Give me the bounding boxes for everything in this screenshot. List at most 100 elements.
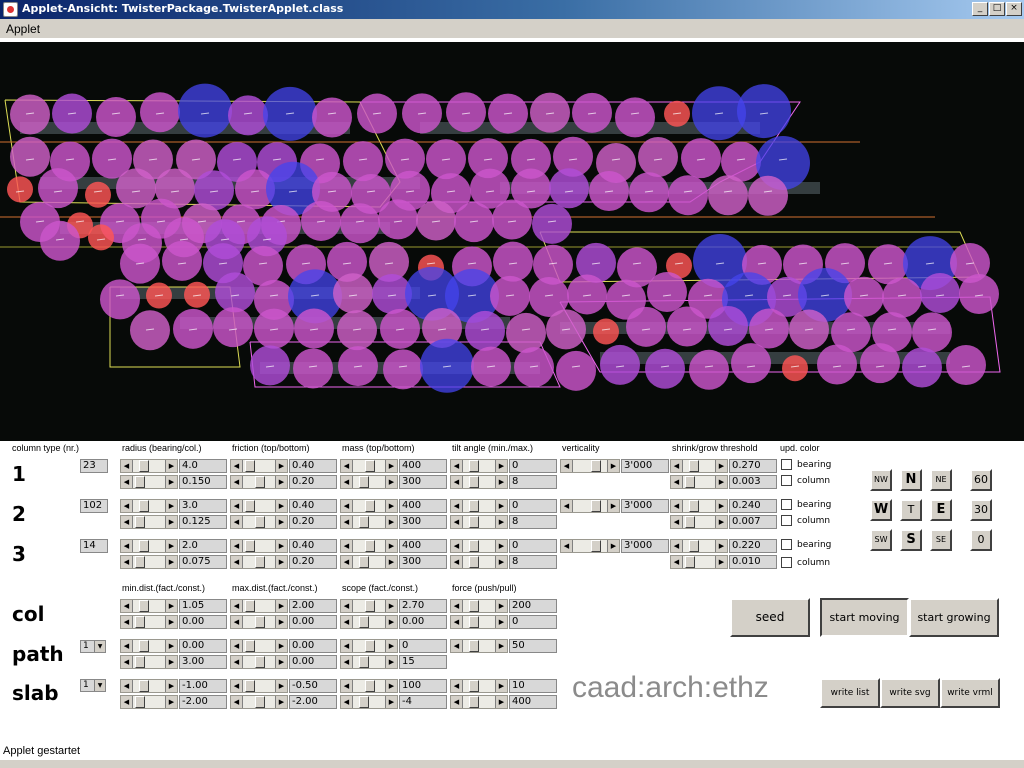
slider-thumb[interactable] bbox=[139, 640, 149, 652]
shrink-slider-row1-top[interactable]: ◀ ▶ 0.270 bbox=[670, 459, 777, 473]
arrow-right-icon[interactable]: ▶ bbox=[385, 460, 397, 472]
slab-scope-slider-top[interactable]: ◀ ▶ 100 bbox=[340, 679, 447, 693]
slider-track[interactable]: ◀ ▶ bbox=[120, 599, 178, 613]
slider-track[interactable]: ◀ ▶ bbox=[340, 555, 398, 569]
arrow-left-icon[interactable]: ◀ bbox=[121, 616, 133, 628]
value-field[interactable]: 15 bbox=[399, 655, 447, 669]
slider-thumb[interactable] bbox=[255, 616, 265, 628]
slider-thumb[interactable] bbox=[469, 516, 479, 528]
slab-force-slider-bottom[interactable]: ◀ ▶ 400 bbox=[450, 695, 557, 709]
slider-track[interactable]: ◀ ▶ bbox=[120, 515, 178, 529]
column-checkbox-3[interactable]: column bbox=[781, 557, 830, 568]
slider-thumb[interactable] bbox=[469, 460, 479, 472]
slider-track[interactable]: ◀ ▶ bbox=[450, 599, 508, 613]
slider-thumb[interactable] bbox=[255, 656, 265, 668]
seed-button[interactable]: seed bbox=[730, 598, 810, 637]
value-field[interactable]: 8 bbox=[509, 555, 557, 569]
value-field[interactable]: 1.05 bbox=[179, 599, 227, 613]
arrow-right-icon[interactable]: ▶ bbox=[165, 696, 177, 708]
arrow-left-icon[interactable]: ◀ bbox=[341, 500, 353, 512]
slider-track[interactable]: ◀ ▶ bbox=[450, 459, 508, 473]
arrow-left-icon[interactable]: ◀ bbox=[451, 500, 463, 512]
dropdown-arrow-icon[interactable]: ▼ bbox=[94, 680, 105, 691]
slider-track[interactable]: ◀ ▶ bbox=[450, 615, 508, 629]
slider-track[interactable]: ◀ ▶ bbox=[560, 539, 620, 553]
arrow-left-icon[interactable]: ◀ bbox=[341, 616, 353, 628]
arrow-right-icon[interactable]: ▶ bbox=[165, 600, 177, 612]
slider-track[interactable]: ◀ ▶ bbox=[670, 555, 728, 569]
arrow-right-icon[interactable]: ▶ bbox=[495, 640, 507, 652]
slider-track[interactable]: ◀ ▶ bbox=[670, 515, 728, 529]
arrow-left-icon[interactable]: ◀ bbox=[341, 516, 353, 528]
arrow-left-icon[interactable]: ◀ bbox=[231, 616, 243, 628]
arrow-right-icon[interactable]: ▶ bbox=[607, 540, 619, 552]
arrow-left-icon[interactable]: ◀ bbox=[451, 600, 463, 612]
start-moving-button[interactable]: start moving bbox=[820, 598, 909, 637]
slider-thumb[interactable] bbox=[135, 616, 145, 628]
checkbox-box[interactable] bbox=[781, 499, 792, 510]
arrow-right-icon[interactable]: ▶ bbox=[495, 460, 507, 472]
slider-thumb[interactable] bbox=[689, 500, 699, 512]
column-type-field-1[interactable]: 23 bbox=[80, 459, 108, 473]
arrow-right-icon[interactable]: ▶ bbox=[495, 556, 507, 568]
arrow-left-icon[interactable]: ◀ bbox=[121, 556, 133, 568]
slider-thumb[interactable] bbox=[139, 600, 149, 612]
write-svg-button[interactable]: write svg bbox=[880, 678, 940, 708]
value-field[interactable]: 0.40 bbox=[289, 539, 337, 553]
path-scope-slider-top[interactable]: ◀ ▶ 0 bbox=[340, 639, 447, 653]
friction-slider-row1-top[interactable]: ◀ ▶ 0.40 bbox=[230, 459, 337, 473]
slider-track[interactable]: ◀ ▶ bbox=[120, 655, 178, 669]
arrow-right-icon[interactable]: ▶ bbox=[715, 476, 727, 488]
tilt-slider-row2-bottom[interactable]: ◀ ▶ 8 bbox=[450, 515, 557, 529]
arrow-left-icon[interactable]: ◀ bbox=[671, 460, 683, 472]
friction-slider-row2-top[interactable]: ◀ ▶ 0.40 bbox=[230, 499, 337, 513]
arrow-left-icon[interactable]: ◀ bbox=[121, 460, 133, 472]
col-scope-slider-top[interactable]: ◀ ▶ 2.70 bbox=[340, 599, 447, 613]
arrow-left-icon[interactable]: ◀ bbox=[341, 680, 353, 692]
value-field[interactable]: 0.075 bbox=[179, 555, 227, 569]
slider-thumb[interactable] bbox=[135, 516, 145, 528]
slider-track[interactable]: ◀ ▶ bbox=[450, 499, 508, 513]
slider-thumb[interactable] bbox=[469, 680, 479, 692]
slider-track[interactable]: ◀ ▶ bbox=[450, 539, 508, 553]
slider-track[interactable]: ◀ ▶ bbox=[120, 679, 178, 693]
mass-slider-row3-top[interactable]: ◀ ▶ 400 bbox=[340, 539, 447, 553]
slider-track[interactable]: ◀ ▶ bbox=[120, 615, 178, 629]
value-field[interactable]: 0.40 bbox=[289, 459, 337, 473]
arrow-left-icon[interactable]: ◀ bbox=[341, 540, 353, 552]
arrow-left-icon[interactable]: ◀ bbox=[451, 616, 463, 628]
value-field[interactable]: 400 bbox=[399, 499, 447, 513]
e-button[interactable]: E bbox=[930, 499, 952, 521]
arrow-left-icon[interactable]: ◀ bbox=[451, 460, 463, 472]
value-field[interactable]: 0.125 bbox=[179, 515, 227, 529]
column-type-field-3[interactable]: 14 bbox=[80, 539, 108, 553]
col-force-slider-bottom[interactable]: ◀ ▶ 0 bbox=[450, 615, 557, 629]
verticality-slider-row1[interactable]: ◀ ▶ 3'000 bbox=[560, 459, 669, 473]
slider-track[interactable]: ◀ ▶ bbox=[120, 499, 178, 513]
angle-0-button[interactable]: 0 bbox=[970, 529, 992, 551]
slider-thumb[interactable] bbox=[685, 556, 695, 568]
slider-thumb[interactable] bbox=[469, 640, 479, 652]
value-field[interactable]: 3.0 bbox=[179, 499, 227, 513]
slider-track[interactable]: ◀ ▶ bbox=[670, 475, 728, 489]
value-field[interactable]: 0.00 bbox=[289, 639, 337, 653]
arrow-right-icon[interactable]: ▶ bbox=[607, 460, 619, 472]
slider-thumb[interactable] bbox=[139, 680, 149, 692]
value-field[interactable]: 2.0 bbox=[179, 539, 227, 553]
write-vrml-button[interactable]: write vrml bbox=[940, 678, 1000, 708]
arrow-right-icon[interactable]: ▶ bbox=[385, 616, 397, 628]
slider-track[interactable]: ◀ ▶ bbox=[340, 615, 398, 629]
slider-thumb[interactable] bbox=[135, 556, 145, 568]
slider-thumb[interactable] bbox=[139, 540, 149, 552]
slider-thumb[interactable] bbox=[255, 696, 265, 708]
sw-button[interactable]: SW bbox=[870, 529, 892, 551]
arrow-right-icon[interactable]: ▶ bbox=[275, 640, 287, 652]
slider-thumb[interactable] bbox=[685, 516, 695, 528]
arrow-right-icon[interactable]: ▶ bbox=[385, 696, 397, 708]
tilt-slider-row3-top[interactable]: ◀ ▶ 0 bbox=[450, 539, 557, 553]
value-field[interactable]: -2.00 bbox=[289, 695, 337, 709]
value-field[interactable]: 0.00 bbox=[179, 615, 227, 629]
mass-slider-row1-bottom[interactable]: ◀ ▶ 300 bbox=[340, 475, 447, 489]
col-force-slider-top[interactable]: ◀ ▶ 200 bbox=[450, 599, 557, 613]
arrow-left-icon[interactable]: ◀ bbox=[671, 540, 683, 552]
